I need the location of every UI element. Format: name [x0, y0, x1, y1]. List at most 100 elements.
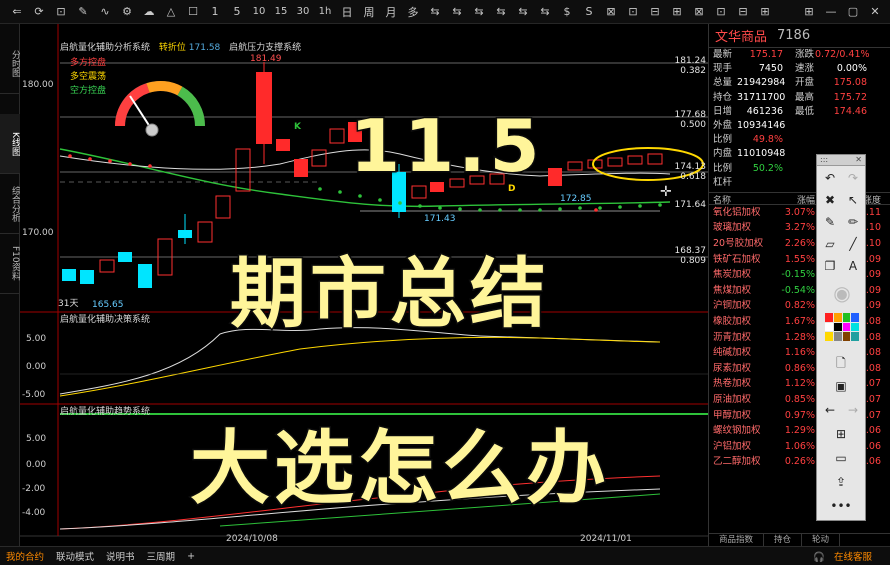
toolbar-button[interactable]: 周 — [358, 1, 380, 23]
toolbar-button[interactable]: △ — [160, 1, 182, 23]
arrow-left-icon[interactable]: ← — [820, 401, 840, 419]
window-control-button[interactable]: ▢ — [842, 0, 864, 22]
toolbar-button[interactable]: ☁ — [138, 1, 160, 23]
redo-icon[interactable]: ↷ — [843, 169, 863, 187]
toolbar-button[interactable]: ⊟ — [644, 1, 666, 23]
toolbar-button[interactable]: ☐ — [182, 1, 204, 23]
toolbar-button[interactable]: S — [578, 1, 600, 23]
pane3-title: 启航量化辅助趋势系统 — [60, 407, 151, 417]
toolbar-button[interactable]: 日 — [336, 1, 358, 23]
overlay-title: 期市总结 — [229, 248, 550, 340]
toolbar-button[interactable]: ⊡ — [50, 1, 72, 23]
pen-icon[interactable]: ✎ — [820, 213, 840, 231]
toolbar-button[interactable]: 10 — [248, 1, 270, 23]
quote-value: 11010948 — [737, 148, 786, 160]
online-service-link[interactable]: 🎧 在线客服 — [807, 549, 884, 563]
toolbar-button[interactable]: 多 — [402, 1, 424, 23]
toolbar-button[interactable]: ⟳ — [28, 1, 50, 23]
list-item-name: 原油加权 — [713, 394, 752, 405]
add-tab-button[interactable]: + — [181, 551, 201, 562]
pane3-tick: 0.00 — [26, 460, 47, 470]
toolbar-button[interactable]: 月 — [380, 1, 402, 23]
quote-key — [787, 147, 815, 161]
toolbar-button[interactable]: $ — [556, 1, 578, 23]
list-item-change: 3.07% — [784, 206, 815, 218]
overlay-subtitle: 大选怎么办 — [189, 421, 610, 517]
tool-panel-titlebar[interactable]: ::: ✕ — [817, 155, 865, 166]
tab-kline[interactable]: K线图 — [0, 114, 20, 174]
copy-icon[interactable]: ❐ — [820, 257, 840, 275]
status-link-mode[interactable]: 联动模式 — [50, 549, 100, 563]
window-control-button[interactable]: — — [820, 0, 842, 22]
eraser-icon[interactable]: ▱ — [820, 235, 840, 253]
toolbar-button[interactable]: 1 — [204, 1, 226, 23]
close-icon[interactable]: ✕ — [855, 155, 862, 165]
quote-value: 0.00% — [836, 63, 867, 75]
tab-f10[interactable]: F10资料 — [0, 234, 20, 294]
toolbar-button[interactable]: ⇐ — [6, 1, 28, 23]
eraser-tool-icon[interactable]: ✖ — [820, 191, 840, 209]
marker-icon[interactable]: ✏ — [843, 213, 863, 231]
window-control-button[interactable]: ✕ — [864, 0, 886, 22]
toolbar-button[interactable]: ⇆ — [534, 1, 556, 23]
toolbar-button[interactable]: ⇆ — [446, 1, 468, 23]
tab-timeshare[interactable]: 分时图 — [0, 34, 20, 94]
toolbar-button[interactable]: 30 — [292, 1, 314, 23]
quote-row: 外盘 10934146 — [709, 119, 890, 133]
grid-icon[interactable]: ⊞ — [831, 425, 851, 443]
list-item-change: 1.28% — [784, 331, 815, 343]
toolbar-button[interactable]: 5 — [226, 1, 248, 23]
text-icon[interactable]: A — [843, 257, 863, 275]
quote-key — [787, 162, 815, 176]
toolbar-button[interactable]: ⊟ — [732, 1, 754, 23]
toolbar-button[interactable]: ⇆ — [490, 1, 512, 23]
window-control-button[interactable]: ⊞ — [798, 0, 820, 22]
fib-level: 168.37 0.809 — [674, 246, 707, 266]
date-label: 2024/11/01 — [580, 534, 632, 544]
line-icon[interactable]: ╱ — [843, 235, 863, 253]
toolbar-button[interactable]: ⇆ — [424, 1, 446, 23]
quote-value: 174.46 — [833, 105, 867, 117]
toolbar-button[interactable]: ⇆ — [512, 1, 534, 23]
fib-level: 177.68 0.500 — [674, 110, 707, 130]
quote-key: 杠杆 — [713, 176, 733, 188]
toolbar-button[interactable]: ⊠ — [600, 1, 622, 23]
status-my-contract[interactable]: 我的合约 — [0, 549, 50, 563]
tab-position[interactable]: 持仓 — [764, 534, 803, 546]
toolbar-button[interactable]: ⊞ — [666, 1, 688, 23]
image-icon[interactable]: ▣ — [831, 377, 851, 395]
undo-icon[interactable]: ↶ — [820, 169, 840, 187]
toolbar-button[interactable]: ⚙ — [116, 1, 138, 23]
tab-rotation[interactable]: 轮动 — [802, 534, 841, 546]
share-icon[interactable]: ⇪ — [831, 473, 851, 491]
list-item-change: 1.29% — [784, 425, 815, 437]
kline-chart[interactable]: 启航量化辅助分析系统 转折位 171.58 启航压力支撑系统 多方控盘 多空震荡… — [20, 24, 708, 546]
more-icon[interactable]: ••• — [830, 497, 851, 515]
status-manual[interactable]: 说明书 — [100, 549, 141, 563]
toolbar-button[interactable]: ✎ — [72, 1, 94, 23]
list-item-change: 1.12% — [784, 378, 815, 390]
toolbar-button[interactable]: ∿ — [94, 1, 116, 23]
arrow-right-icon[interactable]: → — [843, 401, 863, 419]
toolbar-button[interactable]: ⊡ — [710, 1, 732, 23]
toolbar-button[interactable]: ⇆ — [468, 1, 490, 23]
toolbar-button[interactable]: 1h — [314, 1, 336, 23]
status-three-period[interactable]: 三周期 — [141, 549, 182, 563]
tab-commodity-index[interactable]: 商品指数 — [709, 534, 765, 546]
quote-value: 49.8% — [752, 134, 783, 146]
drawing-tool-panel[interactable]: ::: ✕ ↶ ↷ ✖ ↖ ✎ ✏ ▱ ╱ ❐ A ◉ 🗋 ▣ ← → ⊞ ▭ ⇪… — [816, 154, 866, 521]
new-doc-icon[interactable]: 🗋 — [831, 355, 851, 373]
screen-icon[interactable]: ▭ — [831, 449, 851, 467]
list-item-change: 0.82% — [784, 300, 815, 312]
quote-key: 外盘 — [713, 119, 733, 131]
circle-tool-icon[interactable]: ◉ — [829, 281, 855, 305]
toolbar-button[interactable]: 15 — [270, 1, 292, 23]
tab-analysis[interactable]: 综合分析 — [0, 174, 20, 234]
list-item-change: -0.15% — [781, 269, 815, 281]
list-item-name: 沪铜加权 — [713, 300, 752, 312]
color-palette[interactable] — [825, 313, 859, 341]
toolbar-button[interactable]: ⊡ — [622, 1, 644, 23]
toolbar-button[interactable]: ⊠ — [688, 1, 710, 23]
toolbar-button[interactable]: ⊞ — [754, 1, 776, 23]
pointer-icon[interactable]: ↖ — [843, 191, 863, 209]
